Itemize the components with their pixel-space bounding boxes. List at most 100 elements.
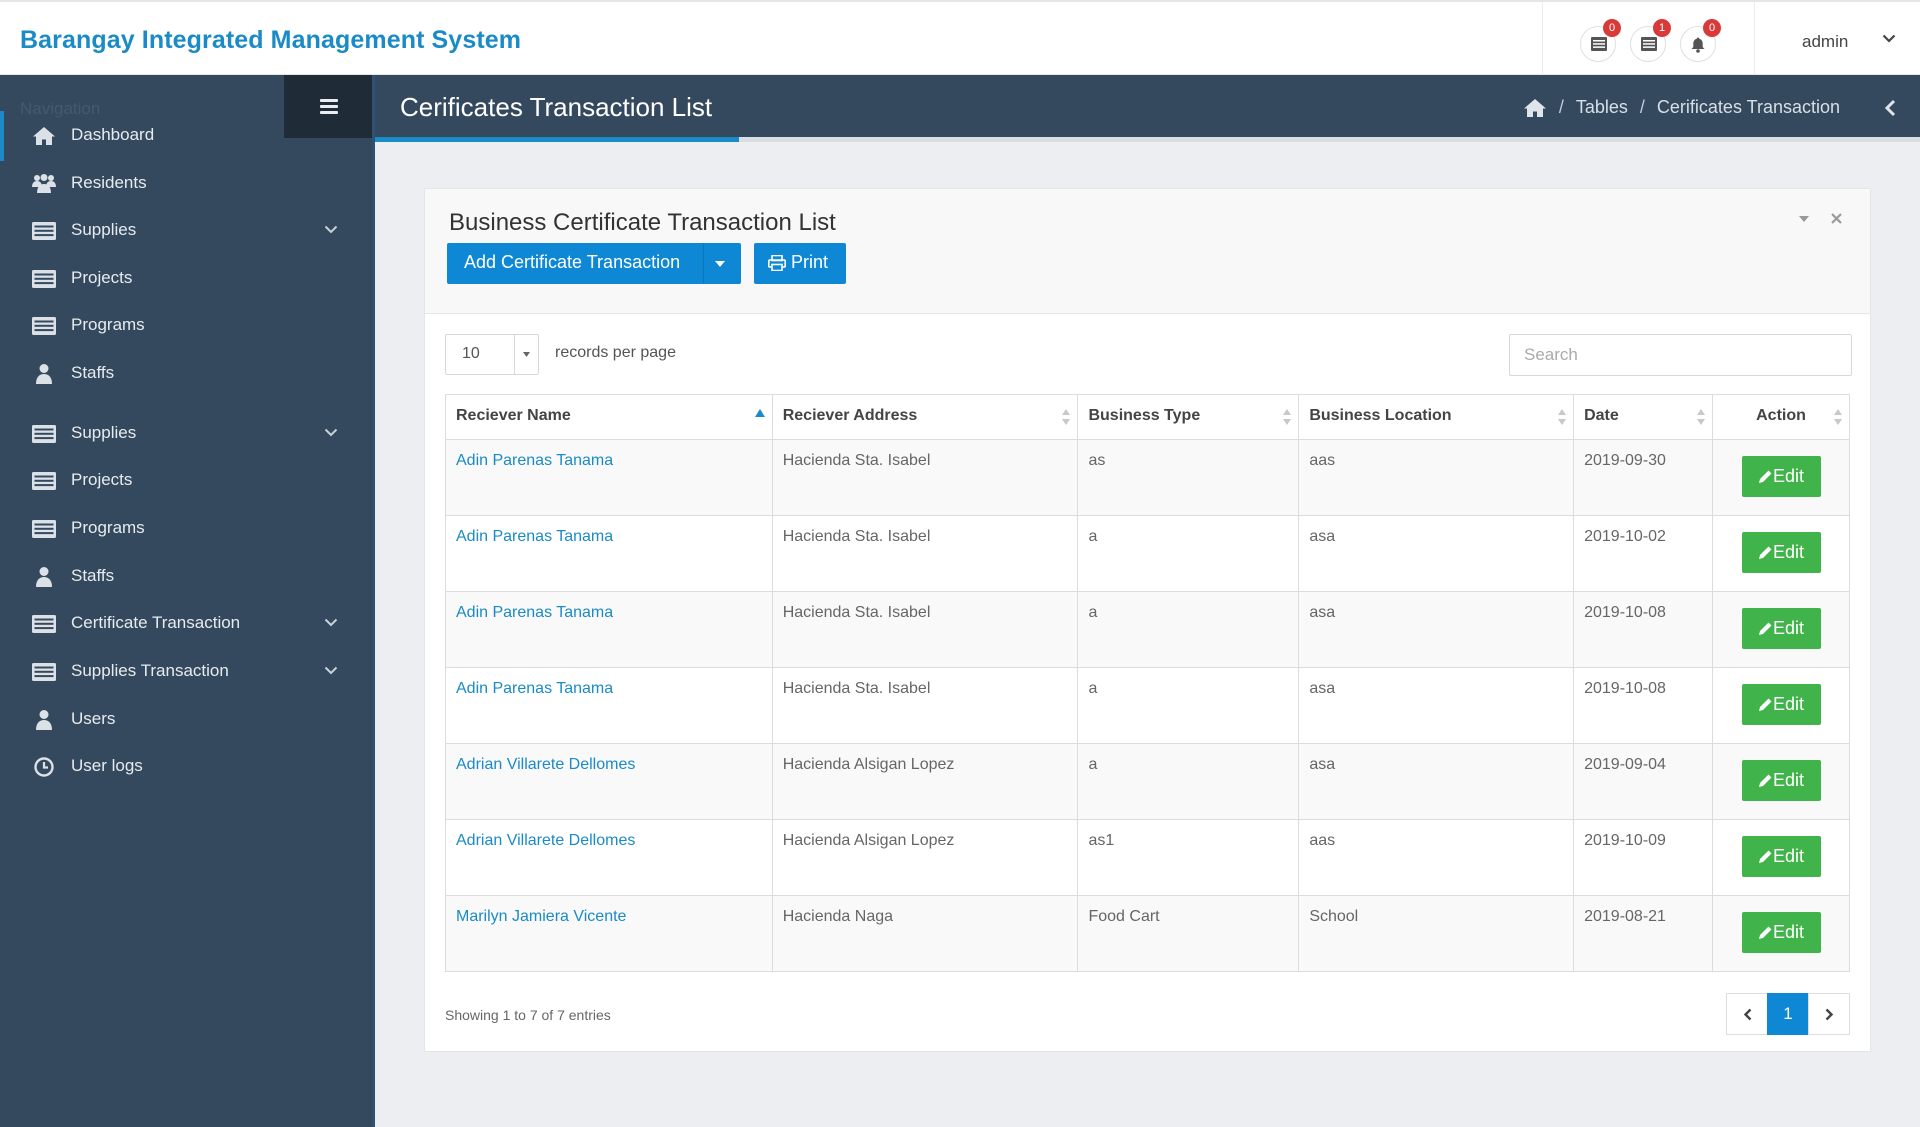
chevron-down-icon[interactable] [1882, 34, 1896, 43]
hamburger-icon [320, 99, 338, 102]
reciever-name-link[interactable]: Adin Parenas Tanama [456, 680, 613, 697]
cell-business-location: asa [1298, 743, 1575, 820]
sidebar-item-staffs[interactable]: Staffs [0, 349, 372, 399]
edit-button[interactable]: Edit [1741, 532, 1821, 573]
edit-button[interactable]: Edit [1741, 456, 1821, 497]
user-menu[interactable]: admin [1802, 32, 1848, 52]
cell-reciever-address: Hacienda Alsigan Lopez [771, 743, 1079, 820]
reciever-name-link[interactable]: Adrian Villarete Dellomes [456, 756, 635, 773]
sidebar-item-programs[interactable]: Programs [0, 504, 372, 554]
edit-label: Edit [1772, 922, 1805, 942]
column-header-action[interactable]: Action [1712, 394, 1850, 440]
column-header-reciever-address[interactable]: Reciever Address [771, 394, 1079, 440]
column-header-reciever-name[interactable]: Reciever Name [445, 394, 773, 440]
notification-badge: 0 [1603, 19, 1621, 37]
previous-page-button[interactable] [1726, 993, 1768, 1035]
sidebar-item-projects[interactable]: Projects [0, 254, 372, 304]
table-row: Adin Parenas Tanama Hacienda Sta. Isabel a… [445, 667, 1850, 744]
cell-date: 2019-10-08 [1573, 591, 1713, 668]
chevron-down-icon [324, 666, 338, 675]
sidebar-item-projects[interactable]: Projects [0, 456, 372, 506]
column-header-business-type[interactable]: Business Type [1077, 394, 1300, 440]
chevron-left-icon[interactable] [1884, 99, 1896, 117]
cell-date: 2019-10-02 [1573, 515, 1713, 592]
sidebar-item-supplies[interactable]: Supplies [0, 409, 372, 459]
list-icon [32, 470, 56, 492]
cell-date: 2019-10-08 [1573, 667, 1713, 744]
cell-reciever-address: Hacienda Naga [771, 895, 1079, 972]
tasks-notification[interactable]: 1 [1630, 19, 1671, 62]
reciever-name-link[interactable]: Marilyn Jamiera Vicente [456, 908, 626, 925]
cell-action: Edit [1712, 743, 1850, 820]
sidebar-item-label: Projects [71, 268, 133, 287]
edit-label: Edit [1772, 694, 1805, 714]
breadcrumb-current: Cerificates Transaction [1656, 97, 1840, 117]
sidebar-item-certificate-transaction[interactable]: Certificate Transaction [0, 599, 372, 649]
column-header-business-location[interactable]: Business Location [1298, 394, 1575, 440]
edit-button[interactable]: Edit [1741, 912, 1821, 953]
edit-label: Edit [1772, 846, 1805, 866]
sidebar-item-label: Supplies [71, 220, 137, 239]
collapse-icon[interactable] [1799, 215, 1809, 222]
sidebar-item-residents[interactable]: Residents [0, 159, 372, 209]
table-row: Adrian Villarete Dellomes Hacienda Alsiga… [445, 743, 1850, 820]
column-header-date[interactable]: Date [1573, 394, 1713, 440]
table-row: Marilyn Jamiera Vicente Hacienda Naga Food… [445, 895, 1850, 972]
edit-label: Edit [1772, 618, 1805, 638]
cell-business-location: asa [1298, 515, 1575, 592]
sidebar-item-label: Certificate Transaction [71, 613, 241, 632]
caret-down-icon[interactable] [715, 261, 725, 267]
edit-label: Edit [1772, 466, 1805, 486]
search-input[interactable] [1509, 334, 1852, 376]
add-certificate-button[interactable]: Add Certificate Transaction [447, 243, 741, 284]
messages-notification[interactable]: 0 [1580, 19, 1621, 62]
edit-button[interactable]: Edit [1741, 836, 1821, 877]
list-icon [1591, 37, 1607, 51]
pencil-icon [1758, 850, 1772, 863]
print-button[interactable]: Print [754, 243, 846, 284]
page-title: Cerificates Transaction List [400, 92, 713, 122]
panel-title: Business Certificate Transaction List [449, 209, 836, 236]
edit-button[interactable]: Edit [1741, 760, 1821, 801]
sort-icon [1697, 409, 1705, 425]
sidebar-item-label: Projects [71, 470, 133, 489]
cell-reciever-name: Adin Parenas Tanama [445, 667, 773, 744]
print-icon [768, 255, 786, 271]
cell-action: Edit [1712, 591, 1850, 668]
sidebar-item-dashboard[interactable]: Dashboard [0, 111, 372, 161]
sidebar-item-programs[interactable]: Programs [0, 301, 372, 351]
edit-button[interactable]: Edit [1741, 608, 1821, 649]
list-icon [32, 423, 56, 445]
page-button-current[interactable]: 1 [1767, 993, 1809, 1035]
breadcrumb-tables[interactable]: Tables [1576, 97, 1628, 118]
chevron-down-icon [324, 225, 338, 234]
cell-action: Edit [1712, 667, 1850, 744]
page-length-select[interactable]: 10 [445, 334, 539, 375]
edit-label: Edit [1772, 542, 1805, 562]
sidebar-item-users[interactable]: Users [0, 695, 372, 745]
app-brand[interactable]: Barangay Integrated Management System [20, 26, 521, 55]
table-row: Adin Parenas Tanama Hacienda Sta. Isabel a… [445, 591, 1850, 668]
sidebar-item-supplies[interactable]: Supplies [0, 206, 372, 256]
home-icon[interactable] [1523, 98, 1547, 118]
cell-date: 2019-08-21 [1573, 895, 1713, 972]
reciever-name-link[interactable]: Adin Parenas Tanama [456, 604, 613, 621]
edit-button[interactable]: Edit [1741, 684, 1821, 725]
reciever-name-link[interactable]: Adrian Villarete Dellomes [456, 832, 635, 849]
sidebar-item-label: Supplies [71, 423, 137, 442]
divider [1542, 2, 1543, 75]
cell-reciever-address: Hacienda Sta. Isabel [771, 515, 1079, 592]
sidebar-item-supplies-transaction[interactable]: Supplies Transaction [0, 647, 372, 697]
table-info: Showing 1 to 7 of 7 entries [445, 1007, 611, 1023]
reciever-name-link[interactable]: Adin Parenas Tanama [456, 452, 613, 469]
sidebar-item-staffs[interactable]: Staffs [0, 552, 372, 602]
table-header-row: Reciever Name Reciever Address Business … [445, 394, 1850, 440]
sidebar-item-label: User logs [71, 756, 143, 775]
sidebar-item-user-logs[interactable]: User logs [0, 742, 372, 792]
close-icon[interactable] [1831, 213, 1842, 224]
chevron-right-icon [1825, 1008, 1833, 1020]
alerts-notification[interactable]: 0 [1680, 19, 1721, 62]
next-page-button[interactable] [1808, 993, 1850, 1035]
reciever-name-link[interactable]: Adin Parenas Tanama [456, 528, 613, 545]
panel-tools [1799, 213, 1842, 224]
